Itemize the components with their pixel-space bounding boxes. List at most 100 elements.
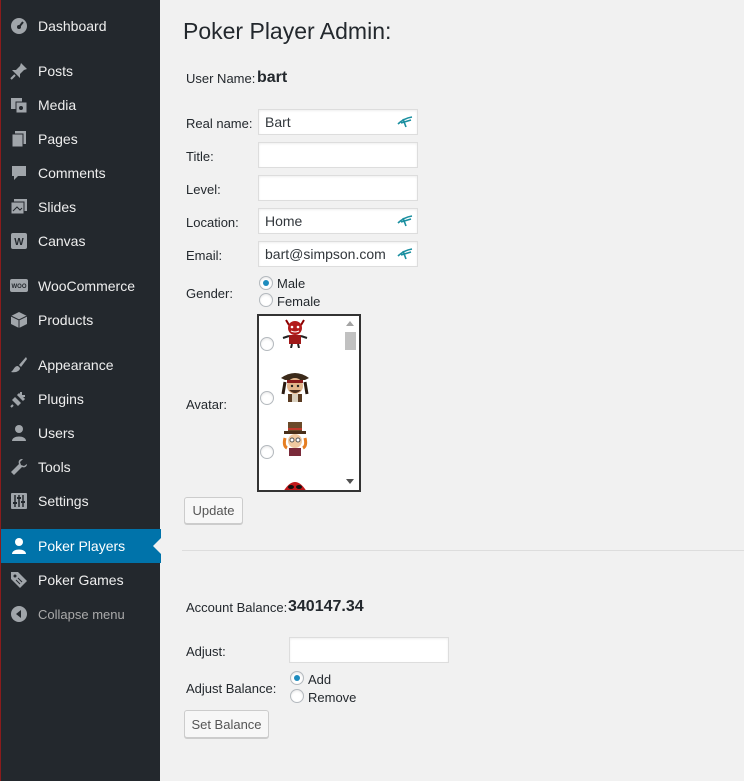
collapse-menu-button[interactable]: Collapse menu: [1, 597, 161, 631]
sidebar-item-label: Products: [38, 312, 94, 328]
canvas-icon: W: [9, 231, 29, 251]
realname-field[interactable]: [258, 109, 418, 135]
gender-male-radio[interactable]: [259, 276, 273, 290]
woo-icon: WOO: [9, 276, 29, 296]
plug-icon: [9, 389, 29, 409]
adjust-balance-label: Adjust Balance:: [186, 681, 277, 696]
box-icon: [9, 310, 29, 330]
sidebar-item-label: Collapse menu: [38, 606, 125, 622]
sliders-icon: [9, 491, 29, 511]
account-balance-value: 340147.34: [288, 598, 364, 615]
lastpass-icon[interactable]: [397, 246, 413, 262]
account-balance-label: Account Balance:: [186, 600, 288, 615]
sidebar-item-label: Pages: [38, 131, 78, 147]
adjust-field[interactable]: [289, 637, 449, 663]
scroll-up-arrow-icon[interactable]: [346, 321, 354, 326]
dashboard-icon: [9, 16, 29, 36]
svg-text:WOO: WOO: [12, 284, 27, 290]
level-field[interactable]: [258, 175, 418, 201]
scroll-down-arrow-icon[interactable]: [346, 479, 354, 484]
sidebar-item-pages[interactable]: Pages: [1, 122, 161, 156]
avatar-radio[interactable]: [260, 391, 274, 405]
scrollbar-thumb[interactable]: [345, 332, 356, 350]
email-field[interactable]: [258, 241, 418, 267]
realname-field-wrap: [258, 109, 418, 135]
lastpass-icon[interactable]: [397, 213, 413, 229]
sidebar-item-label: Comments: [38, 165, 106, 181]
sidebar-item-label: Dashboard: [38, 18, 107, 34]
update-button[interactable]: Update: [184, 497, 243, 524]
set-balance-button[interactable]: Set Balance: [184, 710, 269, 738]
brush-icon: [9, 355, 29, 375]
avatar-radio[interactable]: [260, 445, 274, 459]
sidebar-item-posts[interactable]: Posts: [1, 54, 161, 88]
title-field[interactable]: [258, 142, 418, 168]
sidebar-item-label: Plugins: [38, 391, 84, 407]
avatar-radio[interactable]: [260, 337, 274, 351]
sidebar-item-label: Slides: [38, 199, 77, 215]
gender-label: Gender:: [186, 286, 233, 301]
user-icon: [9, 536, 29, 556]
balance-add-radio[interactable]: [290, 671, 304, 685]
admin-sidebar: Dashboard Posts Media Pages Comments Sli…: [0, 0, 161, 781]
sidebar-item-label: WooCommerce: [38, 278, 135, 294]
sidebar-item-label: Users: [38, 425, 75, 441]
avatar-label: Avatar:: [186, 397, 227, 412]
sidebar-item-poker-games[interactable]: Poker Games: [1, 563, 161, 597]
svg-text:W: W: [14, 237, 24, 248]
email-label: Email:: [186, 248, 223, 263]
email-field-wrap: [258, 241, 418, 267]
adjust-label: Adjust:: [186, 644, 226, 659]
media-icon: [9, 95, 29, 115]
sidebar-item-products[interactable]: Products: [1, 303, 161, 337]
sidebar-item-dashboard[interactable]: Dashboard: [1, 9, 161, 43]
location-label: Location:: [186, 215, 239, 230]
page-title: Poker Player Admin:: [183, 18, 392, 44]
avatar-list-scrollbar[interactable]: [342, 316, 359, 490]
location-field[interactable]: [258, 208, 418, 234]
sidebar-item-users[interactable]: Users: [1, 416, 161, 450]
devil-avatar-image: [282, 319, 308, 348]
balance-add-label: Add: [308, 672, 332, 687]
pages-icon: [9, 129, 29, 149]
collapse-icon: [9, 604, 29, 624]
balance-remove-radio[interactable]: [290, 689, 304, 703]
balance-remove-label: Remove: [308, 690, 357, 705]
sidebar-item-woocommerce[interactable]: WOO WooCommerce: [1, 269, 161, 303]
lastpass-icon[interactable]: [397, 114, 413, 130]
sidebar-item-label: Appearance: [38, 357, 114, 373]
location-field-wrap: [258, 208, 418, 234]
gender-male-label: Male: [277, 276, 306, 291]
pirate-avatar-image: [281, 373, 309, 402]
sidebar-item-poker-players[interactable]: Poker Players: [1, 529, 161, 563]
wrench-icon: [9, 457, 29, 477]
sidebar-item-media[interactable]: Media: [1, 88, 161, 122]
realname-label: Real name:: [186, 116, 253, 131]
user-icon: [9, 423, 29, 443]
sidebar-item-label: Poker Players: [38, 538, 126, 554]
masked-avatar-image: [284, 482, 306, 490]
pin-icon: [9, 61, 29, 81]
section-divider: [182, 550, 744, 551]
username-value: bart: [257, 69, 288, 86]
username-label: User Name:: [186, 71, 256, 86]
sidebar-item-comments[interactable]: Comments: [1, 156, 161, 190]
title-label: Title:: [186, 149, 214, 164]
sidebar-item-label: Tools: [38, 459, 71, 475]
tag-icon: [9, 570, 29, 590]
gender-female-radio[interactable]: [259, 293, 273, 307]
sidebar-item-plugins[interactable]: Plugins: [1, 382, 161, 416]
sidebar-item-canvas[interactable]: W Canvas: [1, 224, 161, 258]
avatar-list[interactable]: [257, 314, 361, 492]
sidebar-item-label: Canvas: [38, 233, 86, 249]
sidebar-item-label: Posts: [38, 63, 74, 79]
sidebar-item-slides[interactable]: Slides: [1, 190, 161, 224]
slides-icon: [9, 197, 29, 217]
main-content: Poker Player Admin: User Name: bart Real…: [160, 0, 744, 781]
sidebar-item-settings[interactable]: Settings: [1, 484, 161, 518]
level-label: Level:: [186, 182, 221, 197]
sidebar-item-tools[interactable]: Tools: [1, 450, 161, 484]
sidebar-item-label: Poker Games: [38, 572, 124, 588]
hatter-avatar-image: [282, 422, 308, 456]
sidebar-item-appearance[interactable]: Appearance: [1, 348, 161, 382]
